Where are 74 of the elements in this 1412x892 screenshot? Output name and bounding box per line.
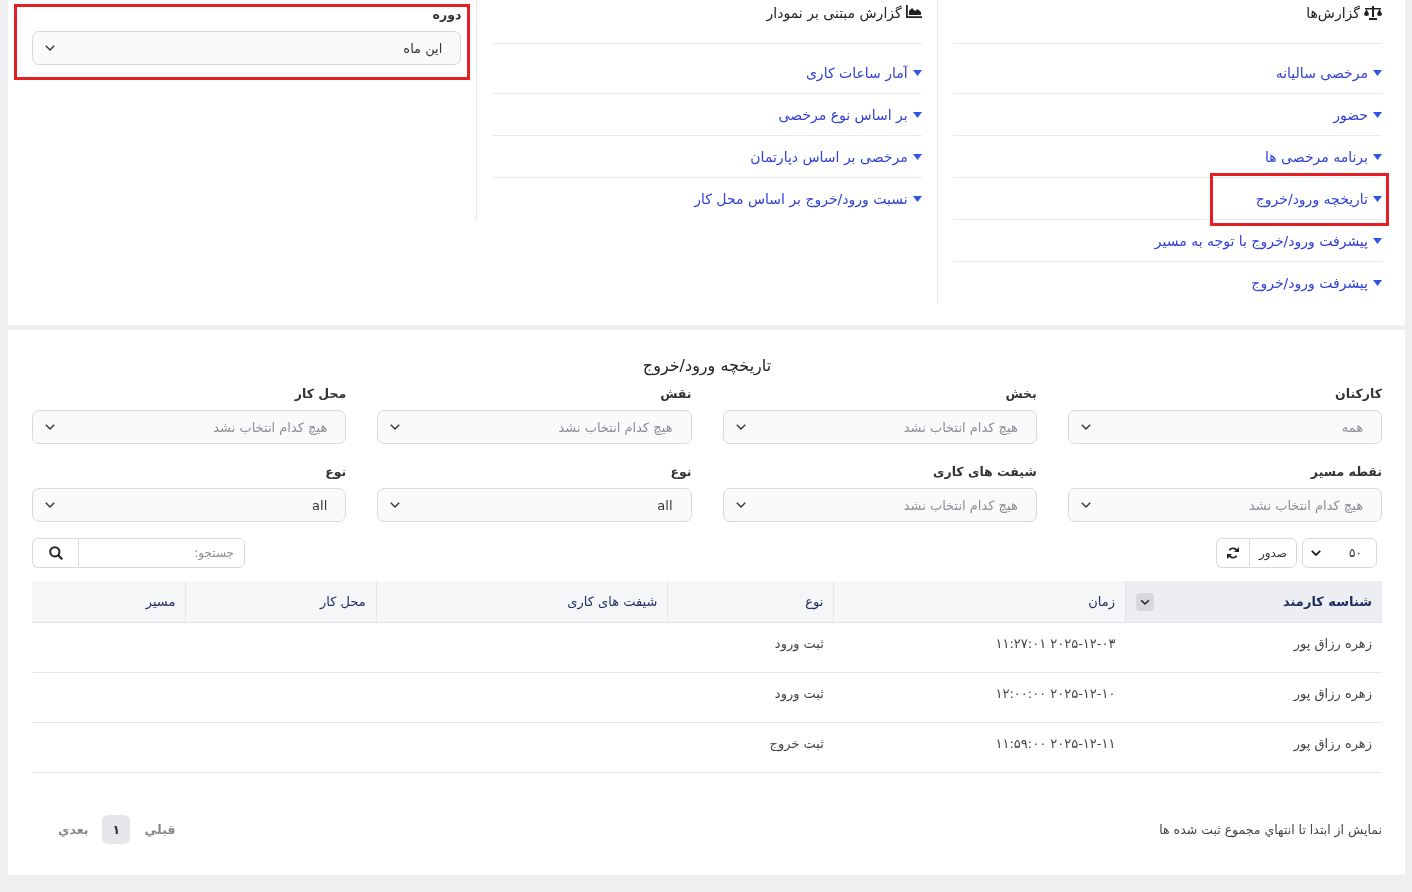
- caret-down-icon: [912, 196, 922, 202]
- area-chart-icon: [905, 5, 922, 18]
- report-link[interactable]: مرخصی بر اساس دپارتمان: [750, 147, 922, 166]
- field-label: نوع: [669, 465, 692, 479]
- export-button[interactable]: صدور: [1249, 538, 1297, 568]
- pagination-button[interactable]: قبلي: [144, 815, 176, 844]
- table-cell: زهره رزاق پور: [1125, 672, 1382, 723]
- column-header[interactable]: شناسه کارمند: [1283, 594, 1372, 609]
- chevron-down-icon: [735, 502, 746, 508]
- column-header[interactable]: نوع: [805, 594, 824, 609]
- refresh-button[interactable]: [1216, 538, 1249, 568]
- chevron-down-icon: [45, 45, 55, 51]
- caret-down-icon: [1373, 69, 1382, 76]
- report-link[interactable]: پیشرفت ورود/خروج: [1251, 274, 1382, 292]
- table-cell: ثبت خروج: [667, 722, 834, 773]
- period-dropdown[interactable]: این ماه: [32, 31, 462, 65]
- report-link[interactable]: پیشرفت ورود/خروج با توجه به مسیر: [1154, 231, 1382, 250]
- chevron-down-icon: [390, 502, 401, 508]
- panel-title: گزارش مبتنی بر نمودار: [766, 4, 902, 22]
- filter-dropdown[interactable]: all: [377, 488, 692, 522]
- table-cell: ثبت ورود: [667, 622, 834, 673]
- field-label: بخش: [1004, 387, 1037, 401]
- chevron-down-icon[interactable]: [1136, 592, 1154, 611]
- caret-down-icon: [912, 111, 922, 118]
- table-cell: ۲۰۲۵-۱۲-۱۱ ۱۱:۵۹:۰۰: [833, 722, 1126, 773]
- report-link[interactable]: مرخصی سالیانه: [1275, 63, 1382, 82]
- report-link[interactable]: بر اساس نوع مرخصی: [778, 105, 922, 124]
- field-label: کارکنان: [1334, 387, 1382, 401]
- column-header[interactable]: زمان: [1088, 594, 1115, 609]
- caret-down-icon: [1373, 111, 1382, 118]
- report-link[interactable]: آمار ساعات کاری: [805, 63, 922, 82]
- caret-down-icon: [912, 153, 922, 160]
- chevron-down-icon: [735, 424, 746, 430]
- refresh-icon: [1227, 547, 1239, 559]
- table-cell: ثبت ورود: [667, 672, 834, 723]
- chevron-down-icon: [45, 502, 55, 508]
- page-size-dropdown[interactable]: ۵۰: [1302, 538, 1377, 568]
- section-title: تاریخچه ورود/خروج: [641, 355, 773, 377]
- pagination-button[interactable]: بعدي: [58, 815, 89, 844]
- search-field[interactable]: جستجو:: [78, 538, 245, 568]
- balance-scale-icon: [1364, 5, 1382, 20]
- table-cell: زهره رزاق پور: [1125, 722, 1382, 773]
- report-link[interactable]: حضور: [1333, 105, 1382, 124]
- field-label: شیفت های کاری: [932, 465, 1037, 479]
- caret-down-icon: [1373, 280, 1382, 286]
- chevron-down-icon: [390, 424, 401, 430]
- search-icon: [48, 546, 63, 560]
- report-link[interactable]: برنامه مرخصی ها: [1264, 147, 1382, 166]
- caret-down-icon: [1373, 195, 1382, 202]
- report-link[interactable]: تاریخچه ورود/خروج: [1255, 189, 1382, 208]
- table-summary: نمایش از ابتدا تا انتهاي مجموع ثبت شده ها: [1159, 822, 1382, 837]
- field-label: نقطه مسیر: [1309, 465, 1382, 479]
- chevron-down-icon: [45, 424, 55, 430]
- table-cell: زهره رزاق پور: [1125, 622, 1382, 673]
- column-header[interactable]: مسیر: [145, 594, 176, 609]
- chevron-down-icon: [1311, 550, 1321, 556]
- field-label: نقش: [659, 387, 692, 401]
- pagination-button[interactable]: ۱: [102, 815, 131, 844]
- caret-down-icon: [912, 69, 922, 76]
- chevron-down-icon: [1080, 424, 1091, 430]
- search-button[interactable]: [32, 538, 78, 568]
- table-cell: ۲۰۲۵-۱۲-۱۰ ۱۲:۰۰:۰۰: [833, 672, 1126, 723]
- filter-dropdown[interactable]: all: [32, 488, 347, 522]
- chevron-down-icon: [1080, 502, 1091, 508]
- report-link[interactable]: نسبت ورود/خروج بر اساس محل کار: [694, 190, 922, 208]
- field-label: نوع: [324, 465, 347, 479]
- field-label: محل کار: [293, 387, 347, 401]
- column-header[interactable]: شیفت های کاری: [567, 594, 658, 609]
- caret-down-icon: [1373, 237, 1382, 244]
- caret-down-icon: [1373, 153, 1382, 160]
- column-header[interactable]: محل کار: [320, 594, 366, 609]
- field-label: دوره: [431, 8, 462, 22]
- panel-title: گزارش‌ها: [1306, 4, 1360, 22]
- table-cell: ۲۰۲۵-۱۲-۰۳ ۱۱:۲۷:۰۱: [833, 622, 1126, 673]
